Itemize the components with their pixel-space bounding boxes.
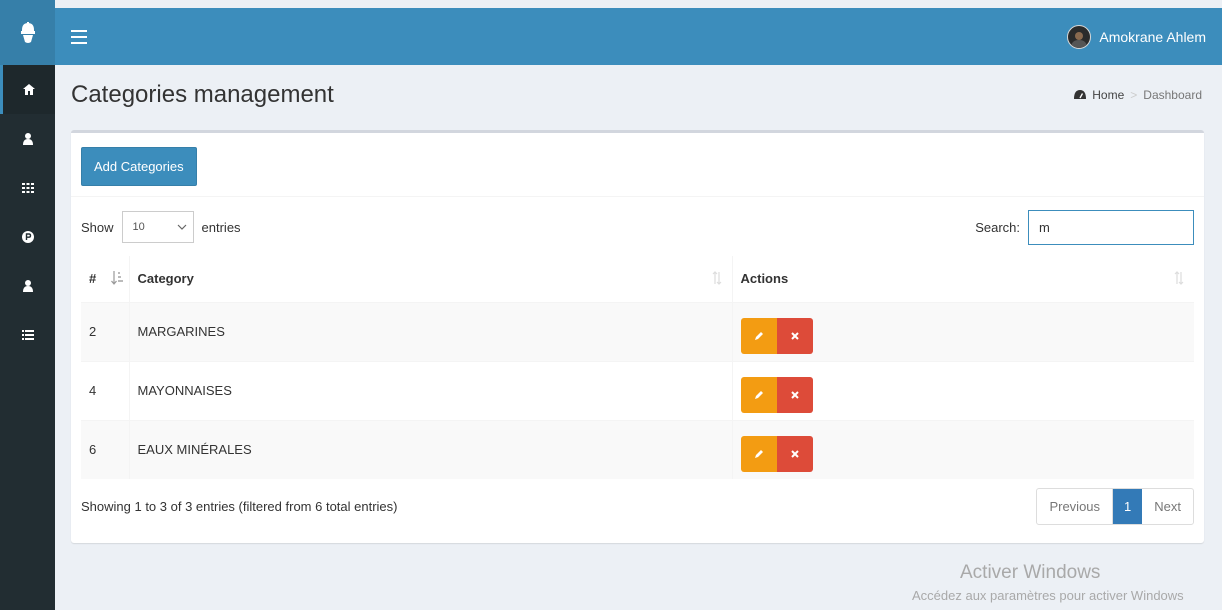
- delete-button[interactable]: [776, 435, 813, 472]
- sidebar-item-home[interactable]: [0, 65, 55, 114]
- home-icon: [23, 84, 35, 95]
- sidebar-item-grid[interactable]: [0, 163, 55, 212]
- app-logo[interactable]: [0, 0, 55, 65]
- chevron-down-icon: [177, 224, 186, 230]
- sidebar: [0, 0, 55, 610]
- breadcrumb-separator: >: [1130, 88, 1138, 102]
- add-categories-button[interactable]: Add Categories: [81, 147, 197, 186]
- delete-button[interactable]: [776, 317, 813, 354]
- search-label: Search:: [975, 219, 1020, 235]
- table-row: 6 EAUX MINÉRALES: [81, 419, 1194, 479]
- table-header-row: # Category Actions: [81, 256, 1194, 303]
- edit-button[interactable]: [740, 435, 777, 472]
- categories-box: Add Categories Show 10 entries Search: #: [71, 130, 1204, 543]
- breadcrumb-home[interactable]: Home: [1092, 88, 1124, 102]
- edit-button[interactable]: [740, 376, 777, 413]
- breadcrumb: Home > Dashboard: [1074, 88, 1202, 102]
- close-icon: [790, 331, 799, 340]
- sort-icon: [712, 271, 721, 285]
- categories-table: # Category Actions 2 MARGARINES 4 MAYONN…: [81, 256, 1194, 479]
- table-search: Search:: [975, 209, 1194, 245]
- entries-label: entries: [201, 219, 241, 235]
- sidebar-item-parking[interactable]: [0, 212, 55, 261]
- search-input[interactable]: [1028, 209, 1194, 245]
- top-navbar: Amokrane Ahlem: [55, 8, 1222, 65]
- column-header-category[interactable]: Category: [129, 256, 733, 303]
- column-header-actions[interactable]: Actions: [732, 256, 1194, 303]
- table-footer: Showing 1 to 3 of 3 entries (filtered fr…: [81, 486, 1194, 526]
- sidebar-item-users[interactable]: [0, 114, 55, 163]
- show-label: Show: [81, 219, 114, 235]
- edit-button[interactable]: [740, 317, 777, 354]
- watermark-title: Activer Windows: [960, 562, 1101, 583]
- delete-button[interactable]: [776, 376, 813, 413]
- entries-select[interactable]: 10: [121, 211, 194, 243]
- user-name: Amokrane Ahlem: [1099, 28, 1206, 45]
- pagination: Previous 1 Next: [1036, 487, 1194, 525]
- pencil-icon: [754, 390, 763, 399]
- close-icon: [790, 390, 799, 399]
- user-icon: [22, 279, 33, 292]
- row-number: 6: [81, 419, 130, 479]
- pagination-next[interactable]: Next: [1142, 489, 1193, 524]
- content-header: Categories management Home > Dashboard: [55, 65, 1222, 125]
- row-actions: [732, 360, 1194, 420]
- close-icon: [790, 450, 799, 458]
- user-menu[interactable]: Amokrane Ahlem: [1067, 24, 1206, 49]
- row-category: EAUX MINÉRALES: [129, 419, 733, 479]
- row-number: 2: [81, 301, 130, 361]
- user-icon: [22, 132, 33, 145]
- helmet-logo-icon: [20, 21, 35, 43]
- row-actions: [732, 301, 1194, 361]
- sidebar-item-list[interactable]: [0, 310, 55, 359]
- breadcrumb-current: Dashboard: [1143, 88, 1202, 102]
- row-category: MARGARINES: [129, 301, 733, 361]
- parking-icon: [21, 230, 34, 243]
- sort-icon: [1174, 271, 1184, 285]
- row-category: MAYONNAISES: [129, 360, 733, 420]
- column-header-num[interactable]: #: [81, 256, 130, 303]
- pagination-previous[interactable]: Previous: [1037, 488, 1114, 524]
- windows-activation-watermark: Activer Windows Accédez aux paramètres p…: [912, 562, 1222, 603]
- row-actions: [732, 419, 1194, 479]
- grid-icon: [21, 182, 34, 193]
- table-row: 4 MAYONNAISES: [81, 360, 1194, 420]
- pencil-icon: [754, 449, 763, 458]
- page-title: Categories management: [71, 81, 334, 108]
- table-info: Showing 1 to 3 of 3 entries (filtered fr…: [81, 498, 398, 514]
- table-row: 2 MARGARINES: [81, 301, 1194, 361]
- box-header: Add Categories: [71, 133, 1204, 197]
- pagination-page[interactable]: 1: [1113, 488, 1143, 524]
- avatar: [1067, 24, 1092, 49]
- entries-select-value: 10: [132, 221, 145, 233]
- hamburger-icon[interactable]: [71, 29, 87, 44]
- dashboard-icon: [1074, 90, 1087, 99]
- entries-length: Show 10 entries: [81, 211, 241, 243]
- watermark-subtitle: Accédez aux paramètres pour activer Wind…: [912, 588, 1184, 603]
- list-icon: [21, 329, 34, 340]
- sort-asc-icon: [110, 271, 123, 285]
- sidebar-item-profile[interactable]: [0, 261, 55, 310]
- pencil-icon: [754, 331, 763, 340]
- row-number: 4: [81, 360, 130, 420]
- table-controls: Show 10 entries Search:: [81, 209, 1194, 245]
